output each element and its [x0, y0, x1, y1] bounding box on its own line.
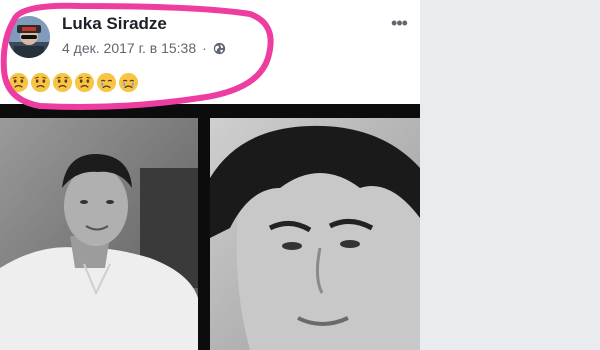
more-options-button[interactable]: ••• [388, 13, 410, 33]
author-name[interactable]: Luka Siradze [62, 14, 167, 34]
post-photo-1[interactable] [0, 118, 198, 350]
post-text [8, 72, 139, 93]
worried-face-icon [52, 72, 73, 93]
post-photos [0, 104, 420, 350]
globe-icon[interactable] [213, 42, 226, 55]
post-meta: 4 дек. 2017 г. в 15:38 · [62, 40, 226, 56]
photo-1-image [0, 118, 198, 350]
photo-2-image [210, 118, 420, 350]
avatar[interactable] [8, 16, 50, 58]
worried-face-icon [8, 72, 29, 93]
post-timestamp[interactable]: 4 дек. 2017 г. в 15:38 [62, 40, 196, 56]
post-photo-2[interactable] [210, 118, 420, 350]
crying-face-icon [118, 72, 139, 93]
crying-face-icon [96, 72, 117, 93]
avatar-image [8, 16, 50, 58]
page-background [420, 0, 600, 350]
worried-face-icon [30, 72, 51, 93]
meta-separator: · [202, 40, 207, 56]
worried-face-icon [74, 72, 95, 93]
post-card: Luka Siradze 4 дек. 2017 г. в 15:38 · ••… [0, 0, 420, 350]
